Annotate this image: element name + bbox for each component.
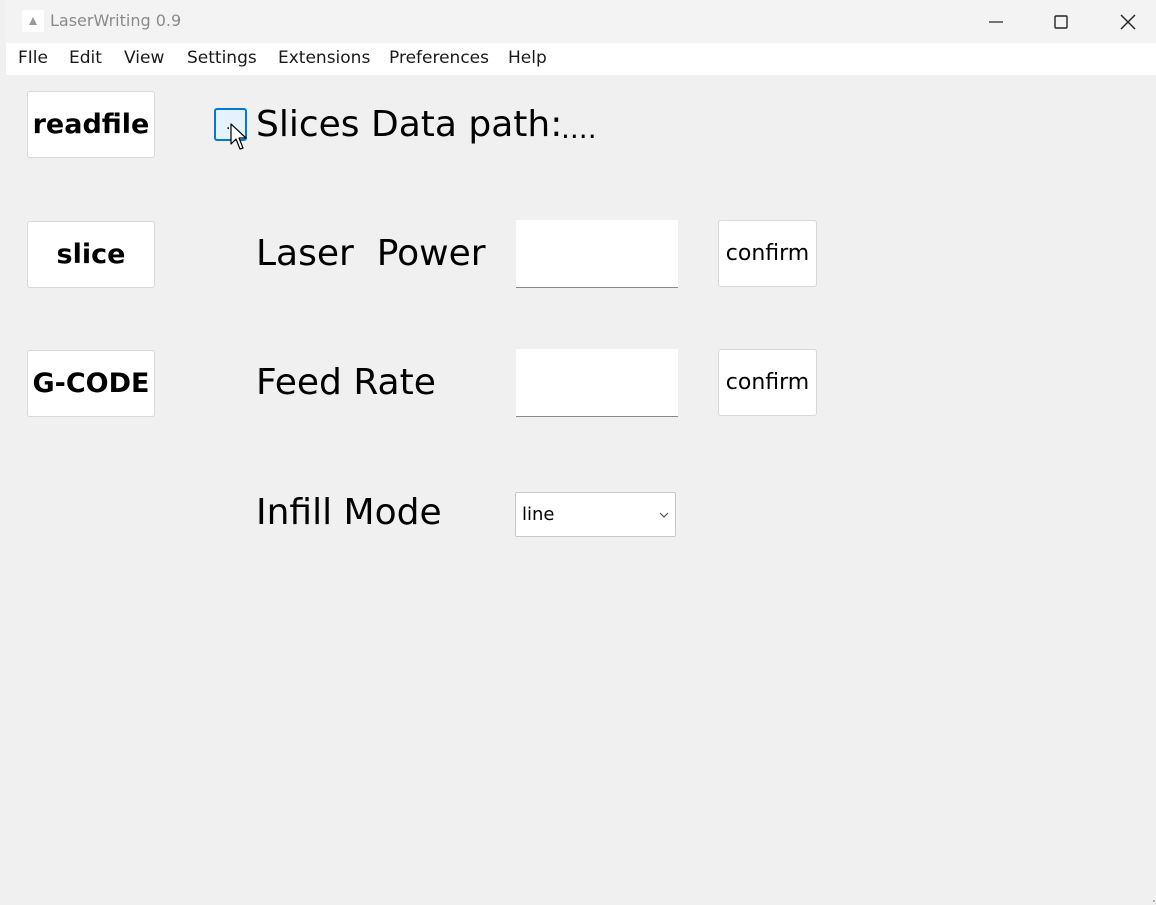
confirm-feed-rate-button[interactable]: confirm: [718, 349, 817, 416]
chevron-down-icon: [659, 512, 669, 518]
window-title: LaserWriting 0.9: [50, 11, 182, 30]
main-window: LaserWriting 0.9 FIle Edit View Settings…: [0, 0, 1156, 905]
feed-rate-label: Feed Rate: [256, 362, 436, 403]
maximize-icon: [1054, 14, 1068, 29]
mouse-cursor-icon: [230, 123, 247, 150]
menu-file[interactable]: FIle: [18, 48, 48, 68]
slices-path-value: ....: [561, 112, 597, 145]
maximize-button[interactable]: [1027, 0, 1095, 43]
laser-power-input[interactable]: [516, 220, 678, 288]
infill-mode-select[interactable]: line: [515, 492, 676, 537]
menu-help[interactable]: Help: [508, 48, 547, 68]
feed-rate-input[interactable]: [516, 349, 678, 417]
menu-preferences[interactable]: Preferences: [389, 48, 489, 68]
slice-button[interactable]: slice: [27, 221, 155, 288]
minimize-button[interactable]: [962, 0, 1030, 43]
confirm-laser-power-button[interactable]: confirm: [718, 220, 817, 287]
menu-extensions[interactable]: Extensions: [278, 48, 370, 68]
menu-settings[interactable]: Settings: [187, 48, 257, 68]
title-bar[interactable]: LaserWriting 0.9: [6, 0, 1156, 43]
close-button[interactable]: [1094, 0, 1156, 43]
app-icon: [22, 10, 44, 32]
infill-mode-label: Infill Mode: [256, 492, 442, 533]
infill-mode-selected-value: line: [522, 504, 555, 525]
menu-view[interactable]: View: [124, 48, 164, 68]
laser-power-label: Laser Power: [256, 233, 486, 274]
slices-path-label: Slices Data path:: [256, 104, 563, 145]
minimize-icon: [989, 20, 1003, 23]
readfile-button[interactable]: readfile: [27, 91, 155, 158]
resize-grip-icon[interactable]: [1148, 891, 1156, 903]
close-icon: [1120, 14, 1136, 29]
menu-edit[interactable]: Edit: [69, 48, 102, 68]
menu-bar: FIle Edit View Settings Extensions Prefe…: [6, 43, 1156, 75]
gcode-button[interactable]: G-CODE: [27, 350, 155, 417]
